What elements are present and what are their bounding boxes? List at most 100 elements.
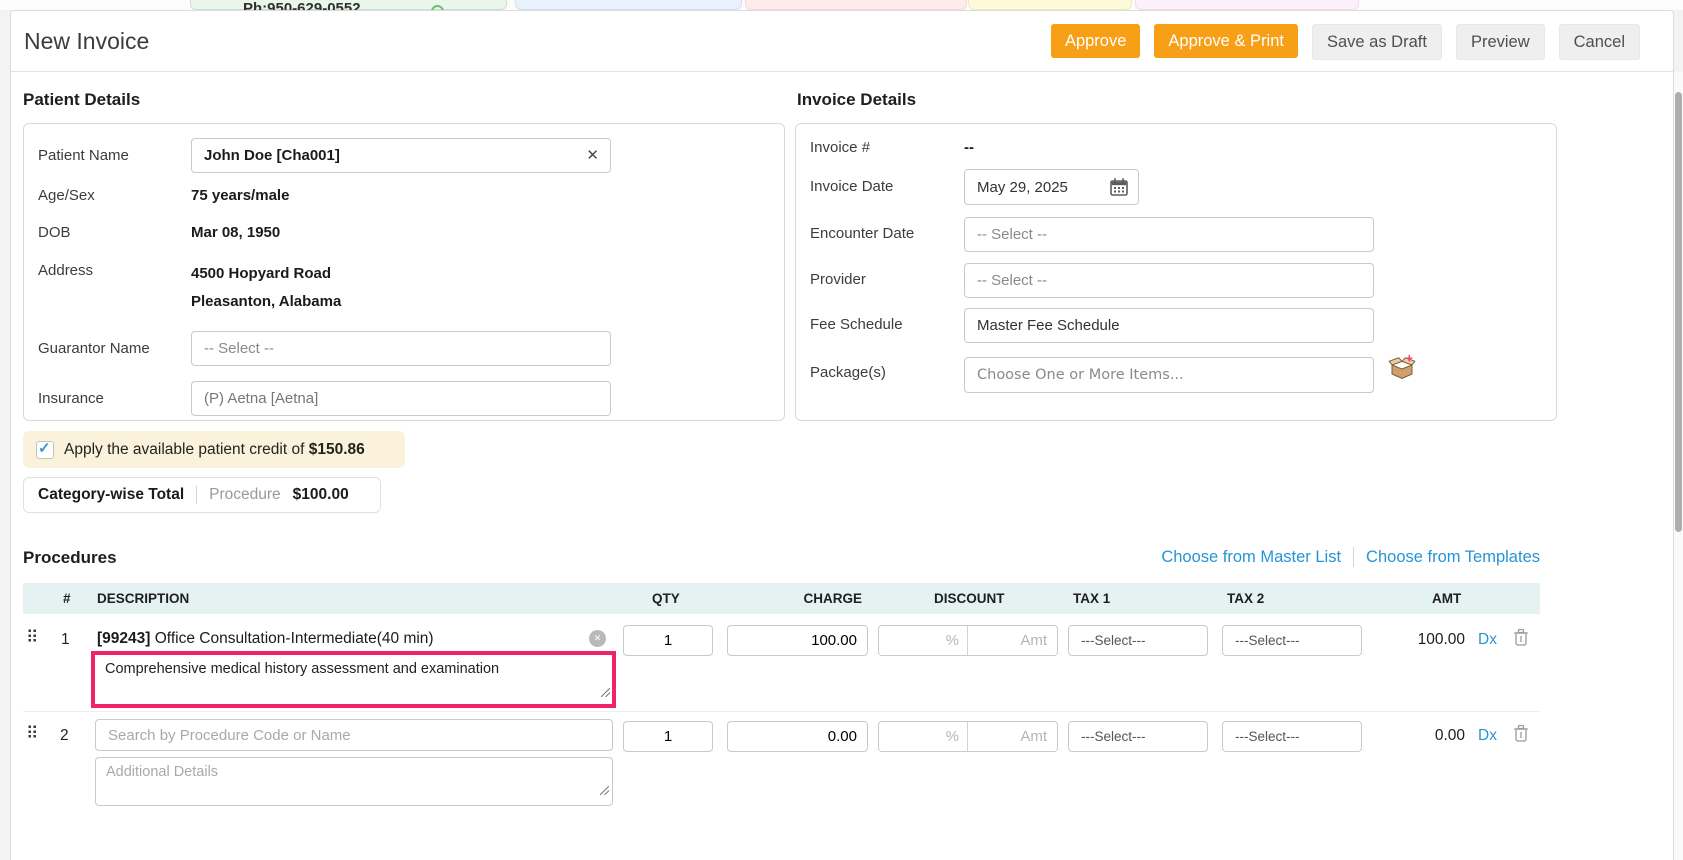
col-description: DESCRIPTION xyxy=(97,591,190,606)
patient-name-label: Patient Name xyxy=(38,147,129,164)
invoice-details-card: Invoice # -- Invoice Date May 29, 2025 E… xyxy=(795,123,1557,421)
cancel-button[interactable]: Cancel xyxy=(1558,24,1640,60)
row2-number: 2 xyxy=(60,727,69,744)
encounter-date-select[interactable]: -- Select -- xyxy=(964,217,1374,252)
row1-discount-percent-input[interactable] xyxy=(879,626,968,655)
top-cutoff-strip: Ph:950-629-0552 xyxy=(0,0,1683,10)
row2-details-textarea[interactable] xyxy=(95,757,613,806)
col-discount: DISCOUNT xyxy=(934,591,1005,606)
top-card-yellow[interactable] xyxy=(968,0,1132,10)
scrollbar-thumb[interactable] xyxy=(1675,92,1682,532)
choose-templates-link[interactable]: Choose from Templates xyxy=(1366,548,1540,567)
insurance-field[interactable]: (P) Aetna [Aetna] xyxy=(191,381,611,416)
preview-button[interactable]: Preview xyxy=(1455,24,1545,60)
checkmark-icon: ✓ xyxy=(38,439,51,457)
row2-charge-input[interactable] xyxy=(727,721,868,752)
col-qty: QTY xyxy=(652,591,680,606)
row-separator xyxy=(23,711,1540,712)
row2-tax1-select[interactable]: ---Select--- xyxy=(1068,721,1208,752)
new-invoice-screen: Ph:950-629-0552 New Invoice Approve Appr… xyxy=(0,0,1683,860)
page-title: New Invoice xyxy=(24,28,150,54)
row2-qty-input[interactable] xyxy=(623,721,713,752)
top-card-red[interactable] xyxy=(745,0,967,10)
patient-details-card: Patient Name ✕ Age/Sex 75 years/male DOB… xyxy=(23,123,785,421)
patient-name-field-wrap: ✕ xyxy=(191,138,611,173)
row2-discount-percent-input[interactable] xyxy=(879,722,968,751)
procedures-heading: Procedures xyxy=(23,548,117,567)
packages-label: Package(s) xyxy=(810,364,886,381)
col-tax2: TAX 2 xyxy=(1227,591,1265,606)
row1-procedure-code: [99243] xyxy=(97,630,151,647)
row2-details-wrap xyxy=(95,757,613,806)
fee-schedule-label: Fee Schedule xyxy=(810,316,903,333)
top-card-blue[interactable] xyxy=(515,0,742,10)
save-draft-button[interactable]: Save as Draft xyxy=(1311,24,1442,60)
drag-handle[interactable]: ⠿ xyxy=(26,724,39,744)
row1-qty-input[interactable] xyxy=(623,625,713,656)
approve-button[interactable]: Approve xyxy=(1050,24,1141,58)
address-line2: Pleasanton, Alabama xyxy=(191,293,342,310)
resize-grip-icon[interactable] xyxy=(600,684,611,702)
age-sex-label: Age/Sex xyxy=(38,187,95,204)
patient-name-input[interactable] xyxy=(191,138,611,173)
fee-schedule-field[interactable]: Master Fee Schedule xyxy=(964,308,1374,343)
row1-clear-icon[interactable]: ✕ xyxy=(589,630,606,647)
header-actions: Approve Approve & Print Save as Draft Pr… xyxy=(1050,24,1640,60)
invoice-details-heading: Invoice Details xyxy=(797,90,917,109)
top-card-phone[interactable]: Ph:950-629-0552 xyxy=(190,0,507,10)
invoice-number-value: -- xyxy=(964,139,974,156)
header-divider xyxy=(11,71,1673,72)
row2-tax2-select[interactable]: ---Select--- xyxy=(1222,721,1362,752)
invoice-date-value: May 29, 2025 xyxy=(977,178,1068,196)
resize-grip-icon[interactable] xyxy=(599,782,610,800)
row1-discount-group xyxy=(878,625,1058,656)
patient-details-heading: Patient Details xyxy=(23,90,141,109)
row1-description: [99243] Office Consultation-Intermediate… xyxy=(97,630,434,648)
invoice-date-label: Invoice Date xyxy=(810,178,894,195)
packages-select[interactable]: Choose One or More Items... xyxy=(964,357,1374,393)
invoice-number-label: Invoice # xyxy=(810,139,871,156)
credit-text: Apply the available patient credit of $1… xyxy=(64,440,365,458)
row2-amount: 0.00 xyxy=(1434,727,1465,744)
address-line1: 4500 Hopyard Road xyxy=(191,265,332,282)
choose-master-list-link[interactable]: Choose from Master List xyxy=(1161,548,1341,567)
apply-credit-checkbox[interactable]: ✓ xyxy=(36,439,54,459)
phone-number: Ph:950-629-0552 xyxy=(243,0,361,10)
category-total-label: Category-wise Total xyxy=(38,486,185,503)
row1-dx-link[interactable]: Dx xyxy=(1478,631,1497,649)
invoice-date-field[interactable]: May 29, 2025 xyxy=(964,169,1139,205)
row1-details-textarea[interactable]: Comprehensive medical history assessment… xyxy=(95,655,612,704)
drag-handle[interactable]: ⠿ xyxy=(26,628,39,648)
row1-discount-amount-input[interactable] xyxy=(968,626,1057,655)
guarantor-select[interactable]: -- Select -- xyxy=(191,331,611,366)
row1-delete-icon[interactable] xyxy=(1513,628,1529,651)
col-num: # xyxy=(63,591,71,606)
top-card-pink[interactable] xyxy=(1135,0,1359,10)
address-label: Address xyxy=(38,262,94,279)
credit-amount: $150.86 xyxy=(308,440,365,458)
row1-tax2-select[interactable]: ---Select--- xyxy=(1222,625,1362,656)
insurance-label: Insurance xyxy=(38,390,104,407)
col-amt: AMT xyxy=(1432,591,1462,606)
calendar-icon[interactable] xyxy=(1109,177,1129,201)
row2-discount-amount-input[interactable] xyxy=(968,722,1057,751)
add-package-icon[interactable]: + xyxy=(1388,351,1416,385)
col-tax1: TAX 1 xyxy=(1073,591,1111,606)
category-amount: $100.00 xyxy=(292,486,349,503)
row1-tax1-select[interactable]: ---Select--- xyxy=(1068,625,1208,656)
approve-print-button[interactable]: Approve & Print xyxy=(1154,24,1298,58)
row2-procedure-search-input[interactable] xyxy=(95,719,613,751)
age-sex-value: 75 years/male xyxy=(191,187,290,204)
divider xyxy=(196,486,198,504)
col-charge: CHARGE xyxy=(803,591,862,606)
row1-procedure-name: Office Consultation-Intermediate(40 min) xyxy=(150,630,434,647)
provider-select[interactable]: -- Select -- xyxy=(964,263,1374,298)
row2-dx-link[interactable]: Dx xyxy=(1478,727,1497,745)
svg-text:+: + xyxy=(1406,354,1414,366)
row2-discount-group xyxy=(878,721,1058,752)
row2-delete-icon[interactable] xyxy=(1513,724,1529,747)
row1-charge-input[interactable] xyxy=(727,625,868,656)
divider xyxy=(1353,547,1355,567)
clear-patient-icon[interactable]: ✕ xyxy=(586,146,599,164)
row1-number: 1 xyxy=(61,631,70,648)
